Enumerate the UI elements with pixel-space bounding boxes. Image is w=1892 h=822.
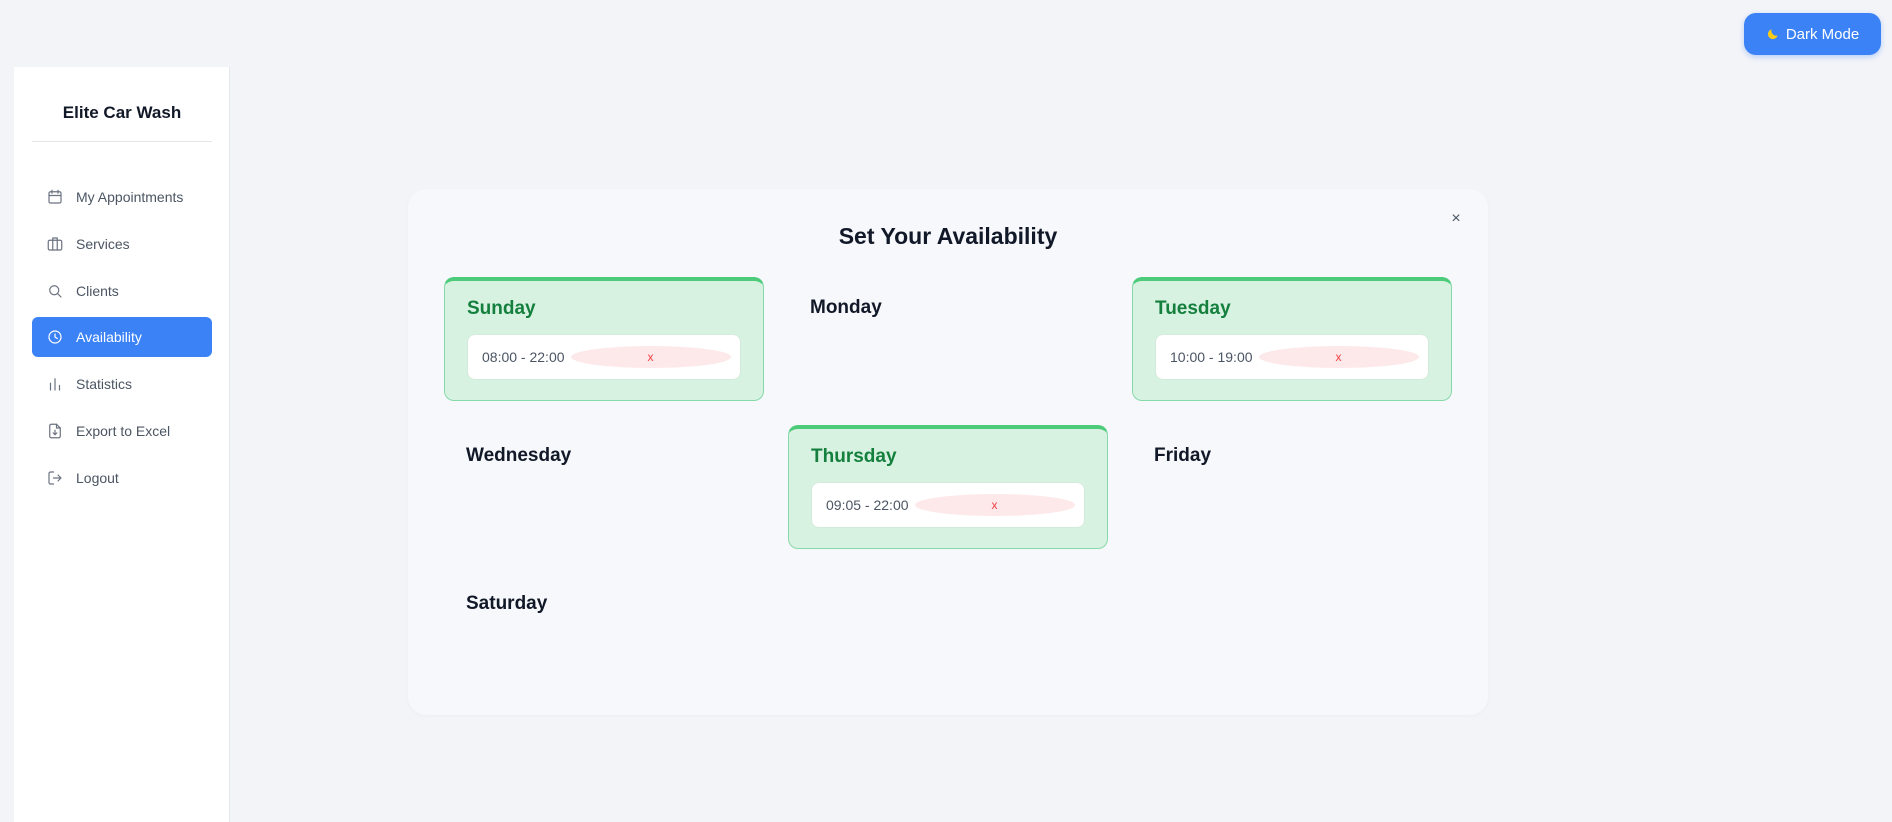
sidebar-item-label: Availability — [76, 329, 142, 346]
sidebar-item-label: Logout — [76, 469, 119, 486]
day-card-monday[interactable]: Monday — [788, 277, 1108, 401]
logout-icon — [48, 471, 62, 485]
day-card-tuesday[interactable]: Tuesday 10:00 - 19:00 x — [1132, 277, 1452, 401]
days-grid: Sunday 08:00 - 22:00 x Monday Tuesday 10… — [444, 277, 1452, 697]
sidebar-nav: My Appointments Services Clients Availab… — [32, 177, 212, 505]
sidebar-item-services[interactable]: Services — [32, 224, 212, 264]
time-slot-text: 09:05 - 22:00 — [826, 497, 909, 513]
day-name: Saturday — [466, 593, 548, 614]
sidebar-item-logout[interactable]: Logout — [32, 458, 212, 498]
time-slot: 08:00 - 22:00 x — [467, 334, 741, 380]
sidebar-item-my-appointments[interactable]: My Appointments — [32, 177, 212, 217]
day-name: Monday — [810, 297, 882, 318]
remove-slot-button[interactable]: x — [914, 494, 1075, 516]
day-name: Friday — [1154, 445, 1212, 466]
sidebar-item-export-to-excel[interactable]: Export to Excel — [32, 411, 212, 451]
day-card-wednesday[interactable]: Wednesday — [444, 425, 764, 549]
availability-modal: × Set Your Availability Sunday 08:00 - 2… — [408, 189, 1488, 715]
sidebar: Elite Car Wash My Appointments Services … — [14, 67, 230, 822]
search-icon — [49, 284, 62, 298]
remove-slot-button[interactable]: x — [570, 346, 731, 368]
day-name: Thursday — [811, 446, 897, 467]
day-name: Sunday — [467, 298, 536, 319]
sidebar-item-label: Statistics — [76, 376, 133, 393]
sidebar-item-label: Services — [76, 235, 130, 252]
day-name: Wednesday — [466, 445, 572, 466]
sidebar-item-label: My Appointments — [76, 189, 184, 205]
day-card-thursday[interactable]: Thursday 09:05 - 22:00 x — [788, 425, 1108, 549]
day-card-saturday[interactable]: Saturday — [444, 573, 764, 697]
sidebar-item-label: Export to Excel — [76, 422, 171, 439]
clock-icon — [48, 330, 62, 344]
time-slot-text: 08:00 - 22:00 — [482, 349, 565, 365]
time-slot-text: 10:00 - 19:00 — [1170, 349, 1253, 365]
time-slot: 09:05 - 22:00 x — [811, 482, 1085, 528]
brand-title: Elite Car Wash — [62, 103, 182, 122]
day-name: Tuesday — [1155, 298, 1231, 319]
day-card-friday[interactable]: Friday — [1132, 425, 1452, 549]
divider — [32, 141, 212, 142]
briefcase-icon — [47, 237, 63, 251]
day-card-sunday[interactable]: Sunday 08:00 - 22:00 x — [444, 277, 764, 401]
file-download-icon — [49, 423, 61, 439]
moon-icon — [1767, 29, 1778, 40]
sidebar-item-clients[interactable]: Clients — [32, 271, 212, 311]
sidebar-item-availability[interactable]: Availability — [32, 317, 212, 358]
sidebar-item-label: Clients — [76, 282, 119, 299]
remove-slot-button[interactable]: x — [1258, 346, 1419, 368]
time-slot: 10:00 - 19:00 x — [1155, 334, 1429, 380]
dark-mode-button[interactable]: Dark Mode — [1744, 13, 1881, 55]
sidebar-item-statistics[interactable]: Statistics — [32, 364, 212, 404]
bar-chart-icon — [49, 378, 61, 391]
calendar-icon — [48, 189, 62, 204]
dark-mode-label: Dark Mode — [1785, 25, 1860, 43]
modal-title: Set Your Availability — [838, 223, 1058, 249]
